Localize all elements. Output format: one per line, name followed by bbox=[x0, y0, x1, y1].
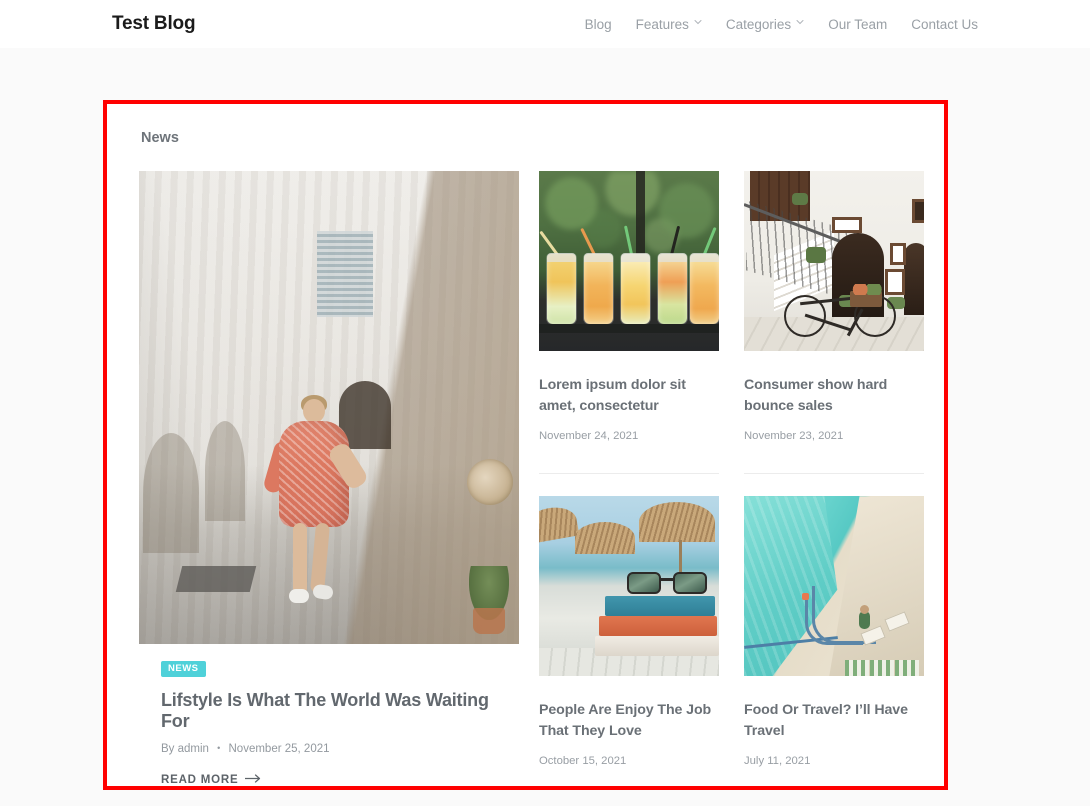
plant-shape bbox=[792, 193, 808, 205]
row-spacer bbox=[539, 474, 924, 496]
featured-post-body: NEWS Lifstyle Is What The World Was Wait… bbox=[139, 644, 519, 786]
meta-separator: • bbox=[217, 742, 221, 753]
pole-shape bbox=[636, 171, 646, 265]
pool-float-shape bbox=[801, 593, 809, 601]
site-header: Test Blog Blog Features Categories Our T… bbox=[0, 0, 1090, 48]
nav-item-label: Features bbox=[635, 16, 689, 32]
beach-umbrella-shape bbox=[575, 522, 635, 555]
woman-right-leg bbox=[309, 522, 331, 594]
sunglasses-shape bbox=[627, 570, 707, 596]
sunglasses-bridge bbox=[661, 578, 673, 582]
beach-towel-shape bbox=[844, 660, 869, 677]
featured-post-image[interactable] bbox=[139, 171, 519, 644]
woman-figure bbox=[262, 395, 370, 614]
news-section-highlight-frame: News NEWS Lifstyle Is What The World Was… bbox=[103, 100, 948, 790]
main-navigation: Blog Features Categories Our Team Contac… bbox=[585, 17, 978, 32]
wall-frame-shape bbox=[890, 243, 906, 265]
alley-shutter-shape bbox=[317, 231, 373, 317]
wall-frame-shape bbox=[912, 199, 924, 223]
status-badge[interactable]: NEWS bbox=[161, 661, 206, 677]
woman-left-shoe bbox=[289, 589, 309, 603]
nav-item-label: Blog bbox=[584, 16, 612, 32]
mason-jar-shape bbox=[547, 253, 576, 324]
featured-post[interactable]: NEWS Lifstyle Is What The World Was Wait… bbox=[139, 171, 519, 786]
side-posts-row-bottom: People Are Enjoy The Job That They Love … bbox=[539, 496, 924, 767]
wall-frame-shape bbox=[832, 217, 862, 233]
side-post-title[interactable]: Consumer show hard bounce sales bbox=[744, 375, 924, 416]
alley-arch-shape bbox=[205, 421, 245, 521]
site-brand[interactable]: Test Blog bbox=[112, 13, 196, 35]
mason-jar-shape bbox=[584, 253, 613, 324]
news-panel: News NEWS Lifstyle Is What The World Was… bbox=[107, 104, 944, 786]
chevron-down-icon bbox=[796, 18, 804, 26]
person-shape bbox=[859, 605, 871, 630]
news-grid: NEWS Lifstyle Is What The World Was Wait… bbox=[139, 171, 924, 786]
read-more-label: READ MORE bbox=[161, 773, 239, 786]
side-post-title[interactable]: People Are Enjoy The Job That They Love bbox=[539, 700, 719, 741]
side-post-image[interactable] bbox=[744, 496, 924, 677]
side-posts-row-top: Lorem ipsum dolor sit amet, consectetur … bbox=[539, 171, 924, 475]
woman-left-leg bbox=[293, 523, 307, 595]
nav-item-label: Categories bbox=[725, 16, 792, 32]
alley-grate-shape bbox=[175, 566, 257, 592]
side-post-date: November 24, 2021 bbox=[539, 430, 639, 443]
featured-post-meta: By admin • November 25, 2021 bbox=[161, 743, 497, 755]
archway-shape bbox=[904, 243, 924, 315]
book-shape bbox=[595, 636, 719, 657]
mason-jar-shape bbox=[690, 253, 719, 324]
alley-basket-shape bbox=[467, 459, 513, 505]
side-post-title[interactable]: Lorem ipsum dolor sit amet, consectetur bbox=[539, 375, 719, 416]
featured-post-title[interactable]: Lifstyle Is What The World Was Waiting F… bbox=[161, 690, 497, 732]
sunglasses-lens bbox=[627, 572, 661, 595]
nav-item-categories[interactable]: Categories bbox=[726, 17, 804, 32]
side-post-card[interactable]: Food Or Travel? I’ll Have Travel July 11… bbox=[744, 496, 924, 767]
nav-item-our-team[interactable]: Our Team bbox=[828, 17, 887, 32]
side-post-image[interactable] bbox=[744, 171, 924, 351]
alley-arch-shape bbox=[143, 433, 199, 553]
side-post-card[interactable]: Lorem ipsum dolor sit amet, consectetur … bbox=[539, 171, 719, 475]
woman-dress bbox=[279, 421, 349, 527]
side-post-title[interactable]: Food Or Travel? I’ll Have Travel bbox=[744, 700, 924, 741]
nav-item-contact-us[interactable]: Contact Us bbox=[911, 17, 978, 32]
book-shape bbox=[599, 616, 717, 637]
side-post-date: November 23, 2021 bbox=[744, 430, 844, 443]
woman-right-shoe bbox=[312, 583, 334, 601]
side-post-date: July 11, 2021 bbox=[744, 755, 811, 768]
chevron-down-icon bbox=[694, 18, 702, 26]
sunglasses-lens bbox=[673, 572, 707, 595]
woman-head bbox=[303, 399, 325, 423]
beach-towel-shape bbox=[870, 660, 894, 677]
book-shape bbox=[605, 596, 715, 617]
post-date: November 25, 2021 bbox=[228, 742, 330, 755]
read-more-button[interactable]: READ MORE bbox=[161, 774, 497, 786]
bicycle-shape bbox=[784, 284, 896, 337]
mason-jar-shape bbox=[658, 253, 687, 324]
nav-item-features[interactable]: Features bbox=[636, 17, 702, 32]
shelf-shape bbox=[539, 324, 719, 333]
alley-pot-shape bbox=[473, 608, 505, 634]
beach-umbrella-shape bbox=[639, 502, 715, 543]
side-post-date: October 15, 2021 bbox=[539, 755, 627, 768]
bicycle-flowers bbox=[850, 284, 884, 295]
side-post-card[interactable]: People Are Enjoy The Job That They Love … bbox=[539, 496, 719, 767]
arrow-right-icon bbox=[244, 773, 262, 786]
plant-shape bbox=[806, 247, 826, 263]
post-author[interactable]: By admin bbox=[161, 743, 209, 755]
side-posts-column: Lorem ipsum dolor sit amet, consectetur … bbox=[539, 171, 924, 786]
nav-item-blog[interactable]: Blog bbox=[585, 17, 612, 32]
nav-item-label: Contact Us bbox=[911, 16, 978, 32]
page-title: News bbox=[141, 130, 179, 146]
side-post-image[interactable] bbox=[539, 171, 719, 351]
side-post-card[interactable]: Consumer show hard bounce sales November… bbox=[744, 171, 924, 475]
nav-item-label: Our Team bbox=[828, 16, 888, 32]
side-post-image[interactable] bbox=[539, 496, 719, 677]
side-posts-rows: Lorem ipsum dolor sit amet, consectetur … bbox=[539, 171, 924, 767]
mason-jar-shape bbox=[621, 253, 650, 324]
beach-towel-shape bbox=[895, 660, 920, 677]
